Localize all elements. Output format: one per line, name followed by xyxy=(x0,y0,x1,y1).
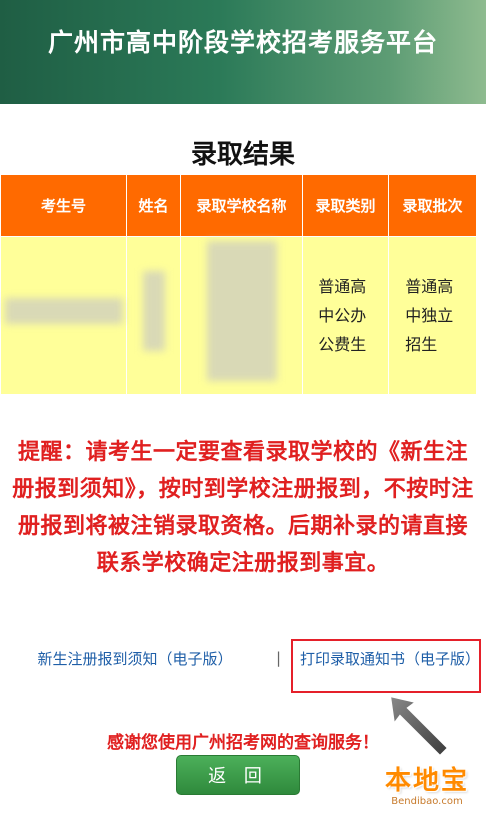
admission-category: 普通高中公办公费生 xyxy=(318,277,367,354)
admission-batch: 普通高中独立招生 xyxy=(405,277,454,354)
redacted-school-name xyxy=(206,241,277,381)
redacted-student-name xyxy=(142,271,165,351)
thanks-message: 感谢您使用广州招考网的查询服务！ xyxy=(107,733,379,753)
registration-reminder: 提醒：请考生一定要查看录取学校的《新生注册报到须知》，按时到学校注册报到，不按时… xyxy=(12,440,474,576)
column-header-batch: 录取批次 xyxy=(388,174,477,237)
result-title: 录取结果 xyxy=(190,140,295,170)
column-header-category: 录取类别 xyxy=(302,174,389,237)
header-title: 广州市高中阶段学校招考服务平台 xyxy=(47,28,438,57)
table-row: 普通高中公办公费生 普通高中独立招生 xyxy=(0,236,477,395)
page-header: 广州市高中阶段学校招考服务平台 xyxy=(0,0,486,104)
redacted-exam-number xyxy=(4,298,123,324)
watermark-url: Bendibao.com xyxy=(391,796,463,807)
school-name-cell xyxy=(180,236,303,395)
site-watermark-logo: 本地宝 Bendibao.com xyxy=(372,760,482,824)
table-header-row: 考生号 姓名 录取学校名称 录取类别 录取批次 xyxy=(0,174,477,237)
category-cell: 普通高中公办公费生 xyxy=(302,236,389,395)
back-button[interactable]: 返 回 xyxy=(176,755,300,795)
batch-cell: 普通高中独立招生 xyxy=(388,236,477,395)
admission-result-table: 考生号 姓名 录取学校名称 录取类别 录取批次 普通高中公办公费生 普通高中独立… xyxy=(0,174,477,395)
column-header-school-name: 录取学校名称 xyxy=(180,174,303,237)
print-admission-notice-link[interactable]: 打印录取通知书（电子版） xyxy=(300,646,480,672)
student-name-cell xyxy=(126,236,181,395)
column-header-exam-number: 考生号 xyxy=(0,174,127,237)
watermark-logo-text: 本地宝 xyxy=(384,766,469,796)
link-separator: | xyxy=(276,649,282,667)
registration-notice-link[interactable]: 新生注册报到须知（电子版） xyxy=(4,646,266,672)
exam-number-cell xyxy=(0,236,127,395)
column-header-name: 姓名 xyxy=(126,174,181,237)
